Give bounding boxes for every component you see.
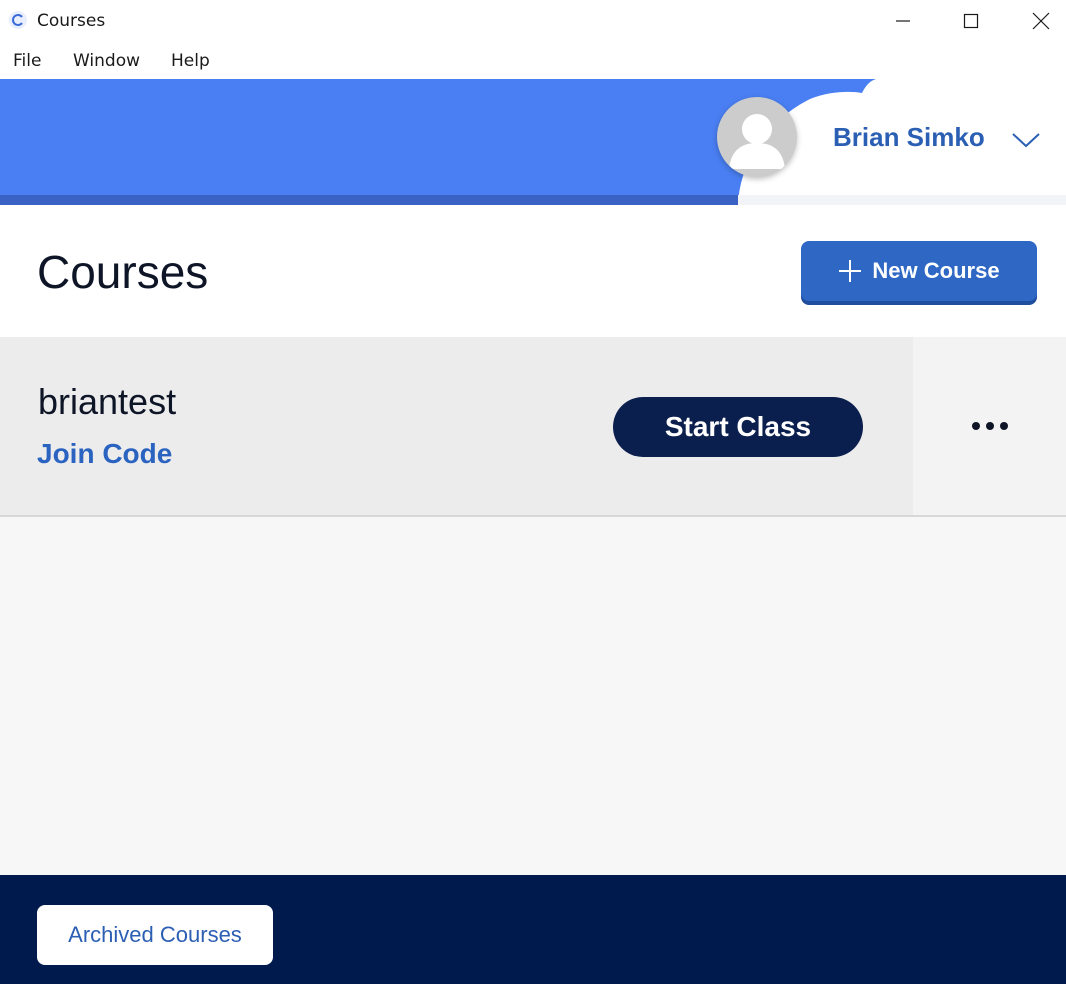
course-options-button[interactable] [913, 337, 1066, 515]
more-options-icon [971, 422, 1008, 430]
app-icon [9, 11, 27, 29]
user-name[interactable]: Brian Simko [833, 122, 985, 153]
window-title: Courses [37, 11, 106, 31]
user-avatar[interactable] [717, 97, 797, 177]
close-icon [1032, 12, 1050, 30]
title-bar: Courses [0, 0, 1066, 42]
start-class-button[interactable]: Start Class [613, 397, 863, 457]
archived-courses-button[interactable]: Archived Courses [37, 905, 273, 965]
header-banner: Brian Simko [0, 79, 1066, 205]
minimize-button[interactable] [880, 0, 926, 42]
new-course-label: New Course [872, 258, 1000, 283]
chevron-down-icon[interactable] [1010, 129, 1042, 149]
menu-window[interactable]: Window [73, 51, 140, 71]
plus-icon [839, 260, 862, 282]
menu-file[interactable]: File [13, 51, 41, 71]
page-header: Courses New Course [0, 205, 1066, 337]
user-avatar-icon [729, 114, 785, 169]
course-row[interactable]: briantest Join Code Start Class [0, 337, 913, 515]
new-course-button[interactable]: New Course [801, 241, 1037, 301]
menu-bar: File Window Help [0, 42, 1066, 79]
course-name: briantest [38, 381, 177, 422]
menu-help[interactable]: Help [171, 51, 210, 71]
course-list-area [0, 517, 1066, 875]
maximize-icon [963, 13, 979, 29]
close-button[interactable] [1018, 0, 1064, 42]
minimize-icon [896, 20, 910, 22]
maximize-button[interactable] [948, 0, 994, 42]
page-title: Courses [37, 246, 209, 298]
join-code-link[interactable]: Join Code [37, 438, 172, 470]
footer-bar: Archived Courses [0, 875, 1066, 984]
